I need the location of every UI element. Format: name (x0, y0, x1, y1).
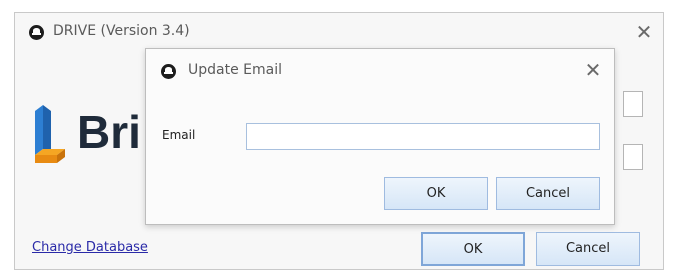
dialog-app-icon (161, 64, 176, 79)
email-field[interactable] (246, 123, 600, 150)
main-titlebar: DRIVE (Version 3.4) ✕ (15, 13, 663, 51)
dialog-title: Update Email (188, 62, 282, 78)
logo-mark-icon (35, 105, 65, 163)
main-cancel-button[interactable]: Cancel (536, 232, 640, 266)
update-email-dialog: Update Email ✕ Email OK Cancel (145, 48, 615, 225)
dialog-titlebar: Update Email ✕ (146, 49, 614, 93)
email-label: Email (162, 128, 196, 142)
dialog-cancel-button[interactable]: Cancel (496, 177, 600, 210)
background-field-2[interactable] (623, 144, 643, 170)
brand-logo: Bri (33, 105, 153, 167)
logo-text: Bri (77, 106, 141, 158)
main-close-button[interactable]: ✕ (633, 22, 655, 44)
app-icon (29, 25, 44, 40)
main-window-title: DRIVE (Version 3.4) (53, 23, 190, 39)
dialog-close-button[interactable]: ✕ (582, 60, 604, 82)
dialog-ok-button[interactable]: OK (384, 177, 488, 210)
change-database-link[interactable]: Change Database (32, 240, 148, 255)
background-field-1[interactable] (623, 91, 643, 117)
main-ok-button[interactable]: OK (421, 232, 525, 266)
